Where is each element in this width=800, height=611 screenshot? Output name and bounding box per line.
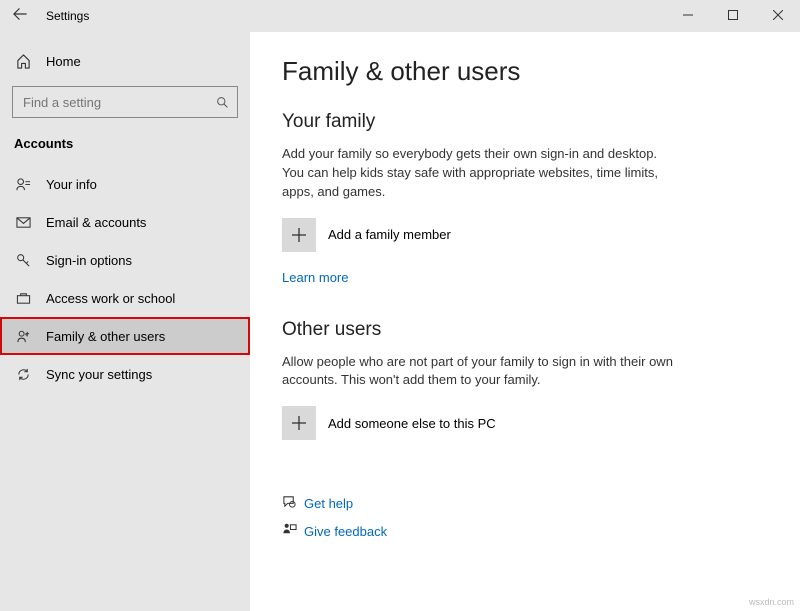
- add-other-label: Add someone else to this PC: [328, 416, 496, 431]
- maximize-icon: [728, 10, 738, 20]
- minimize-icon: [683, 10, 693, 20]
- sync-icon: [14, 367, 32, 382]
- back-button[interactable]: [0, 7, 40, 25]
- window-title: Settings: [46, 9, 89, 23]
- sidebar-item-label: Sync your settings: [46, 367, 152, 382]
- key-icon: [14, 253, 32, 268]
- sidebar-item-label: Your info: [46, 177, 97, 192]
- sidebar-item-family-other-users[interactable]: Family & other users: [0, 317, 250, 355]
- search-icon: [216, 96, 229, 109]
- sidebar-item-label: Access work or school: [46, 291, 175, 306]
- add-family-member-button[interactable]: Add a family member: [282, 218, 768, 252]
- get-help-link[interactable]: Get help: [282, 494, 768, 512]
- your-family-description: Add your family so everybody gets their …: [282, 145, 682, 202]
- sidebar-item-label: Sign-in options: [46, 253, 132, 268]
- search-field[interactable]: [21, 94, 216, 111]
- feedback-icon: [282, 522, 304, 540]
- mail-icon: [14, 215, 32, 230]
- titlebar: Settings: [0, 0, 800, 32]
- sidebar-item-sync-settings[interactable]: Sync your settings: [0, 355, 250, 393]
- search-input[interactable]: [12, 86, 238, 118]
- home-label: Home: [46, 54, 81, 69]
- get-help-label: Get help: [304, 496, 353, 511]
- sidebar-item-label: Email & accounts: [46, 215, 146, 230]
- other-users-heading: Other users: [282, 319, 768, 341]
- close-icon: [773, 10, 783, 20]
- window-controls: [665, 0, 800, 30]
- arrow-left-icon: [13, 7, 27, 21]
- people-icon: [14, 329, 32, 344]
- sidebar-item-signin-options[interactable]: Sign-in options: [0, 241, 250, 279]
- home-icon: [14, 54, 32, 69]
- add-family-label: Add a family member: [328, 227, 451, 242]
- your-family-heading: Your family: [282, 111, 768, 133]
- plus-icon: [282, 218, 316, 252]
- sidebar-item-your-info[interactable]: Your info: [0, 165, 250, 203]
- watermark: wsxdn.com: [749, 597, 794, 607]
- add-other-user-button[interactable]: Add someone else to this PC: [282, 406, 768, 440]
- learn-more-link[interactable]: Learn more: [282, 270, 768, 285]
- give-feedback-link[interactable]: Give feedback: [282, 522, 768, 540]
- other-users-description: Allow people who are not part of your fa…: [282, 353, 682, 391]
- sidebar-section-label: Accounts: [0, 130, 250, 165]
- home-button[interactable]: Home: [0, 42, 250, 80]
- maximize-button[interactable]: [710, 0, 755, 30]
- sidebar: Home // override search icon with magnif…: [0, 32, 250, 611]
- main-content: Family & other users Your family Add you…: [250, 32, 800, 611]
- sidebar-item-email-accounts[interactable]: Email & accounts: [0, 203, 250, 241]
- user-info-icon: [14, 177, 32, 192]
- close-button[interactable]: [755, 0, 800, 30]
- briefcase-icon: [14, 291, 32, 306]
- page-title: Family & other users: [282, 56, 768, 87]
- sidebar-item-work-school[interactable]: Access work or school: [0, 279, 250, 317]
- chat-icon: [282, 494, 304, 512]
- give-feedback-label: Give feedback: [304, 524, 387, 539]
- minimize-button[interactable]: [665, 0, 710, 30]
- plus-icon: [282, 406, 316, 440]
- sidebar-item-label: Family & other users: [46, 329, 165, 344]
